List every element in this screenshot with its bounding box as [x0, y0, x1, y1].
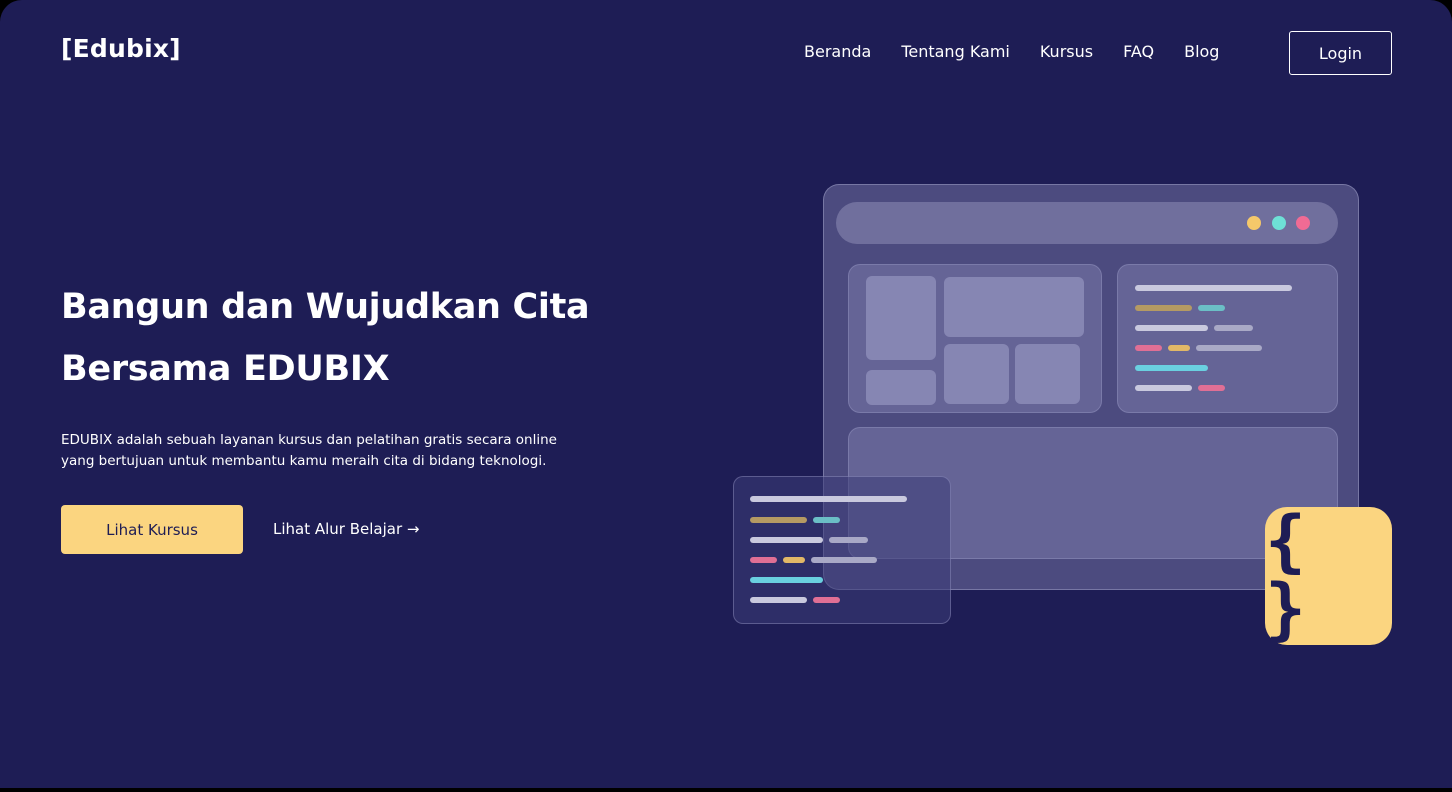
code-line — [1135, 385, 1192, 391]
main-nav: Beranda Tentang Kami Kursus FAQ Blog — [804, 42, 1219, 62]
landing-page: [Edubix] Beranda Tentang Kami Kursus FAQ… — [0, 0, 1452, 788]
layout-tile — [866, 276, 936, 360]
hero-title: Bangun dan Wujudkan Cita Bersama EDUBIX — [61, 276, 621, 400]
hero-title-line-1: Bangun dan Wujudkan Cita — [61, 287, 590, 327]
code-line — [750, 557, 777, 563]
code-line — [750, 537, 823, 543]
code-line — [1198, 305, 1225, 311]
code-line — [1135, 345, 1162, 351]
code-line — [811, 557, 877, 563]
browser-address-bar — [836, 202, 1338, 244]
lihat-alur-belajar-link[interactable]: Lihat Alur Belajar → — [273, 519, 419, 539]
window-dot-teal-icon — [1272, 216, 1286, 230]
curly-braces-icon: { } — [1265, 507, 1392, 645]
code-line — [750, 496, 907, 502]
nav-link-kursus[interactable]: Kursus — [1040, 42, 1093, 62]
layout-panel — [848, 264, 1102, 413]
code-card-icon — [733, 476, 951, 624]
layout-tile — [944, 277, 1084, 337]
lihat-kursus-button[interactable]: Lihat Kursus — [61, 505, 243, 554]
layout-tile — [1015, 344, 1080, 404]
code-line — [1214, 325, 1253, 331]
hero-description: EDUBIX adalah sebuah layanan kursus dan … — [61, 430, 581, 472]
code-line — [1198, 385, 1225, 391]
layout-tile — [944, 344, 1009, 404]
nav-link-beranda[interactable]: Beranda — [804, 42, 871, 62]
nav-link-faq[interactable]: FAQ — [1123, 42, 1154, 62]
brace-symbol: { } — [1265, 502, 1310, 649]
nav-link-blog[interactable]: Blog — [1184, 42, 1219, 62]
hero-title-line-2: Bersama EDUBIX — [61, 349, 390, 389]
code-line — [750, 517, 807, 523]
window-dot-pink-icon — [1296, 216, 1310, 230]
code-line — [1168, 345, 1190, 351]
code-line — [1135, 285, 1292, 291]
code-line — [1196, 345, 1262, 351]
login-button[interactable]: Login — [1289, 31, 1392, 75]
code-line — [813, 597, 840, 603]
code-line — [1135, 325, 1208, 331]
code-panel — [1117, 264, 1338, 413]
hero-description-line-2: yang bertujuan untuk membantu kamu merai… — [61, 453, 547, 469]
code-line — [1135, 305, 1192, 311]
code-line — [750, 577, 823, 583]
code-line — [750, 597, 807, 603]
content-panel — [848, 427, 1338, 559]
window-dot-yellow-icon — [1247, 216, 1261, 230]
code-line — [813, 517, 840, 523]
code-line — [783, 557, 805, 563]
logo[interactable]: [Edubix] — [61, 34, 181, 63]
code-line — [1135, 365, 1208, 371]
layout-tile — [866, 370, 936, 405]
browser-window-icon — [823, 184, 1359, 590]
nav-link-tentang-kami[interactable]: Tentang Kami — [901, 42, 1010, 62]
hero-description-line-1: EDUBIX adalah sebuah layanan kursus dan … — [61, 432, 557, 448]
code-line — [829, 537, 868, 543]
